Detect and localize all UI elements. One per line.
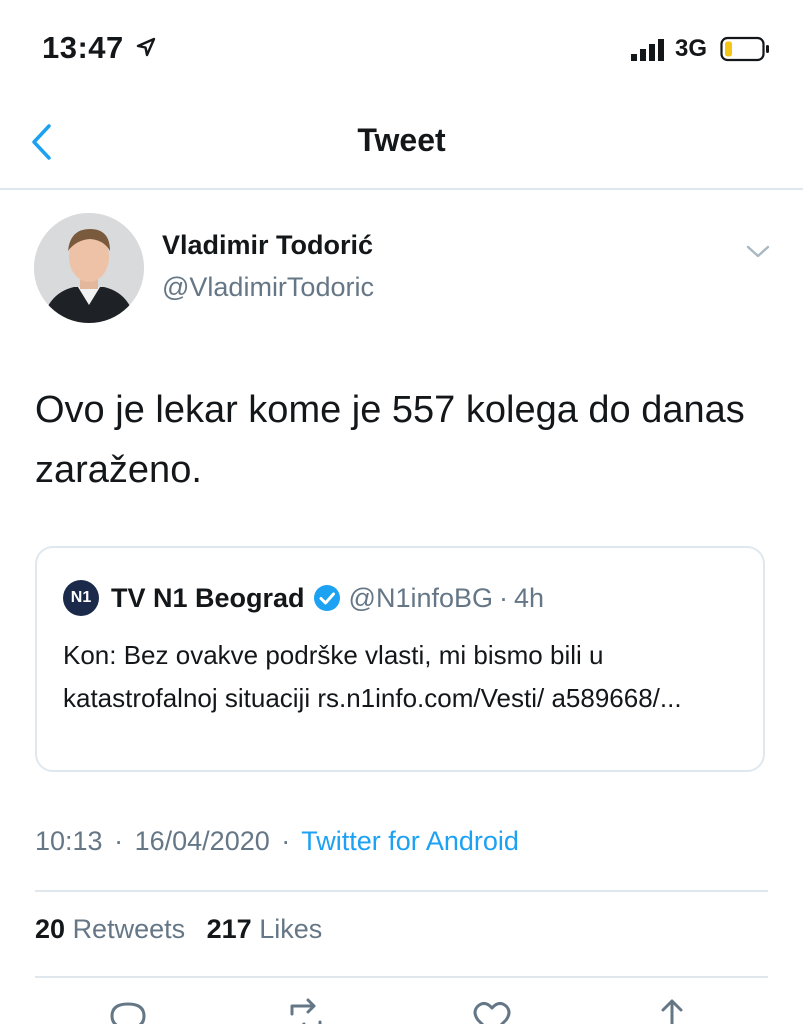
nav-bar: Tweet: [0, 100, 803, 190]
chevron-down-icon[interactable]: [743, 240, 773, 262]
reply-icon[interactable]: [106, 996, 150, 1024]
quoted-separator: ·: [499, 582, 509, 613]
retweet-icon[interactable]: [284, 996, 328, 1024]
author-display-name[interactable]: Vladimir Todorić: [162, 230, 373, 261]
quoted-tweet-text: Kon: Bez ovakve podrške vlasti, mi bismo…: [63, 640, 682, 713]
tweet-time: 10:13: [35, 826, 103, 856]
date-separator: ·: [281, 826, 291, 856]
quoted-author-handle: @N1infoBG: [348, 582, 494, 613]
stats-row: 20 Retweets 217 Likes: [35, 914, 322, 945]
author-handle[interactable]: @VladimirTodoric: [162, 272, 374, 303]
quoted-tweet-card[interactable]: N1 TV N1 Beograd @N1infoBG · 4h Kon: Bez…: [35, 546, 765, 772]
action-bar: [0, 996, 803, 1024]
tweet-date: 16/04/2020: [134, 826, 270, 856]
retweets-stat[interactable]: 20 Retweets: [35, 914, 193, 944]
like-icon[interactable]: [470, 996, 514, 1024]
tweet-text: Ovo je lekar kome je 557 kolega do danas…: [35, 389, 745, 491]
divider: [35, 976, 768, 978]
time-separator: ·: [114, 826, 124, 856]
n1-logo: N1: [63, 580, 99, 616]
likes-count: 217: [206, 914, 252, 944]
network-label: 3G: [675, 35, 708, 62]
status-time: 13:47: [42, 30, 124, 65]
location-arrow-icon: [136, 37, 156, 57]
battery-icon: [720, 36, 769, 62]
page-title: Tweet: [357, 122, 446, 158]
avatar[interactable]: [34, 213, 144, 323]
signal-icon: [631, 39, 664, 61]
verified-badge-icon: [313, 585, 340, 611]
source-link[interactable]: Twitter for Android: [301, 826, 519, 856]
divider: [35, 890, 768, 892]
quoted-tweet-header: N1 TV N1 Beograd @N1infoBG · 4h: [63, 580, 544, 616]
quoted-author-name: TV N1 Beograd: [111, 582, 305, 613]
retweets-count: 20: [35, 914, 66, 944]
likes-stat[interactable]: 217 Likes: [207, 914, 323, 944]
timestamp-row: 10:13 · 16/04/2020 · Twitter for Android: [35, 826, 519, 857]
status-bar: 13:47 3G: [0, 0, 803, 100]
retweets-label: Retweets: [72, 914, 186, 944]
quoted-age: 4h: [514, 582, 545, 613]
share-icon[interactable]: [650, 996, 694, 1024]
likes-label: Likes: [259, 914, 323, 944]
avatar-image: [34, 213, 144, 323]
